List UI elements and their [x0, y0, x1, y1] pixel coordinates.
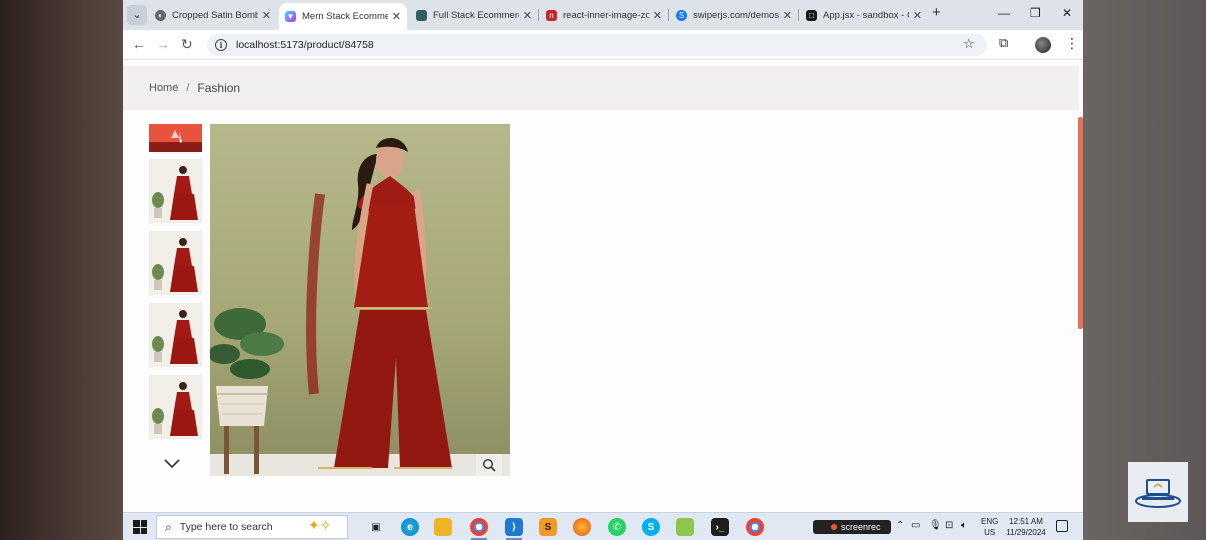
tab-separator: [798, 9, 799, 21]
thumbnail-slide-up-active[interactable]: [149, 124, 202, 152]
tab-title: Cropped Satin Bomb: [172, 9, 258, 21]
tab-title: react-inner-image-zo: [563, 9, 649, 21]
breadcrumb-current: Fashion: [197, 81, 241, 95]
reload-icon[interactable]: ↻: [181, 36, 193, 53]
language-indicator[interactable]: ENG US: [981, 516, 998, 538]
app-icon: [416, 9, 427, 21]
tab-title: Mern Stack Ecommer: [302, 11, 388, 22]
volume-icon[interactable]: 🔈︎: [961, 520, 967, 531]
thumbnail-image[interactable]: [149, 303, 202, 367]
url-text: localhost:5173/product/84758: [236, 39, 374, 51]
address-toolbar: ← → ↻ i localhost:5173/product/84758 ☆ ⧉…: [123, 30, 1083, 60]
product-page: Home / Fashion: [123, 61, 1083, 512]
close-icon[interactable]: ✕: [783, 9, 792, 22]
left-backdrop: [0, 0, 123, 540]
channel-logo: [1128, 462, 1188, 522]
address-bar[interactable]: i localhost:5173/product/84758: [207, 34, 987, 56]
minimize-icon[interactable]: —: [998, 6, 1010, 20]
firefox-icon[interactable]: [573, 518, 591, 536]
skype-icon[interactable]: S: [642, 518, 660, 536]
vite-icon: ▼: [285, 11, 296, 22]
clock-date: 11/29/2024: [1006, 528, 1046, 537]
profile-avatar[interactable]: [1035, 37, 1051, 53]
tab-codesandbox[interactable]: □ App.jsx - sandbox - C ✕: [800, 3, 928, 27]
circle-icon: ◐: [155, 9, 166, 21]
tab-separator: [668, 9, 669, 21]
windows-taskbar: ⌕ Type here to search ✦✧ ▣ e ⟩ S ✆ S ›_ …: [123, 512, 1083, 540]
task-view-icon[interactable]: ▣: [367, 518, 385, 536]
site-info-icon[interactable]: i: [215, 39, 227, 51]
codesandbox-icon: □: [806, 9, 817, 21]
terminal-icon[interactable]: ›_: [711, 518, 729, 536]
screenrec-label: screenrec: [841, 522, 881, 532]
tab-full-stack[interactable]: Full Stack Ecommerc ✕: [410, 3, 538, 27]
taskbar-search-placeholder: Type here to search: [179, 521, 273, 533]
close-icon[interactable]: ✕: [392, 10, 401, 23]
close-icon[interactable]: ✕: [913, 9, 922, 22]
new-tab-button[interactable]: +: [932, 4, 941, 21]
copilot-sparkle-icon[interactable]: ✦✧: [308, 517, 331, 534]
tab-strip: ⌄ ◐ Cropped Satin Bomb ✕ ▼ Mern Stack Ec…: [123, 0, 1083, 30]
display-icon[interactable]: ⊡: [945, 520, 953, 531]
vscode-icon[interactable]: ⟩: [505, 518, 523, 536]
tab-title: swiperjs.com/demos: [693, 9, 779, 21]
network-icon[interactable]: ▭: [911, 520, 920, 531]
thumbnail-image[interactable]: [149, 231, 202, 295]
close-icon[interactable]: ✕: [262, 9, 271, 22]
record-dot-icon: [831, 524, 837, 530]
clock-time: 12:51 AM: [1009, 517, 1043, 526]
file-explorer-icon[interactable]: [434, 518, 452, 536]
product-main-image[interactable]: [210, 124, 510, 476]
bookmark-star-icon[interactable]: ☆: [963, 36, 975, 52]
forward-icon[interactable]: →: [156, 36, 170, 52]
chrome-icon[interactable]: [470, 518, 488, 536]
restore-icon[interactable]: ❐: [1030, 6, 1041, 20]
thumbnail-image[interactable]: [149, 375, 202, 439]
search-icon: ⌕: [165, 519, 172, 534]
swiper-icon: S: [676, 9, 687, 21]
language-code: ENG: [981, 517, 999, 526]
npm-icon: n: [546, 9, 557, 21]
chrome-icon[interactable]: [746, 518, 764, 536]
breadcrumb-home-link[interactable]: Home: [149, 82, 178, 94]
search-icon: [482, 458, 496, 472]
right-backdrop: [1083, 0, 1206, 540]
zoom-button[interactable]: [476, 454, 502, 476]
chevron-up-icon[interactable]: ⌃: [896, 520, 904, 531]
tab-mern-stack[interactable]: ▼ Mern Stack Ecommer ✕: [279, 3, 407, 30]
microphone-icon[interactable]: 🎙︎: [929, 520, 942, 531]
tab-title: App.jsx - sandbox - C: [823, 9, 909, 21]
close-icon[interactable]: ✕: [523, 9, 532, 22]
tab-search-button[interactable]: ⌄: [127, 5, 147, 25]
back-icon[interactable]: ←: [132, 36, 146, 52]
edge-icon[interactable]: e: [401, 518, 419, 536]
windows-start-icon[interactable]: [133, 520, 147, 534]
system-clock[interactable]: 12:51 AM 11/29/2024: [1003, 516, 1049, 538]
notification-icon[interactable]: [1056, 520, 1068, 532]
browser-window: ⌄ ◐ Cropped Satin Bomb ✕ ▼ Mern Stack Ec…: [123, 0, 1083, 540]
snipping-tool-icon[interactable]: [676, 518, 694, 536]
extensions-icon[interactable]: ⧉: [999, 35, 1008, 51]
keyboard-layout: US: [984, 528, 996, 537]
tab-swiperjs[interactable]: S swiperjs.com/demos ✕: [670, 3, 798, 27]
tab-title: Full Stack Ecommerc: [433, 9, 519, 21]
chevron-down-icon[interactable]: [164, 457, 180, 472]
close-icon[interactable]: ✕: [653, 9, 662, 22]
tab-separator: [538, 9, 539, 21]
sublime-text-icon[interactable]: S: [539, 518, 557, 536]
menu-kebab-icon[interactable]: ⋮: [1065, 35, 1079, 52]
whatsapp-icon[interactable]: ✆: [608, 518, 626, 536]
screenrec-widget[interactable]: screenrec: [813, 520, 891, 534]
tab-react-inner-image[interactable]: n react-inner-image-zo ✕: [540, 3, 668, 27]
breadcrumb: Home / Fashion: [123, 66, 1079, 110]
thumbnail-image[interactable]: [149, 159, 202, 223]
close-window-icon[interactable]: ✕: [1062, 6, 1072, 20]
breadcrumb-separator: /: [186, 82, 190, 94]
scrollbar-thumb[interactable]: [1078, 117, 1083, 329]
tab-cropped-satin[interactable]: ◐ Cropped Satin Bomb ✕: [149, 3, 277, 27]
